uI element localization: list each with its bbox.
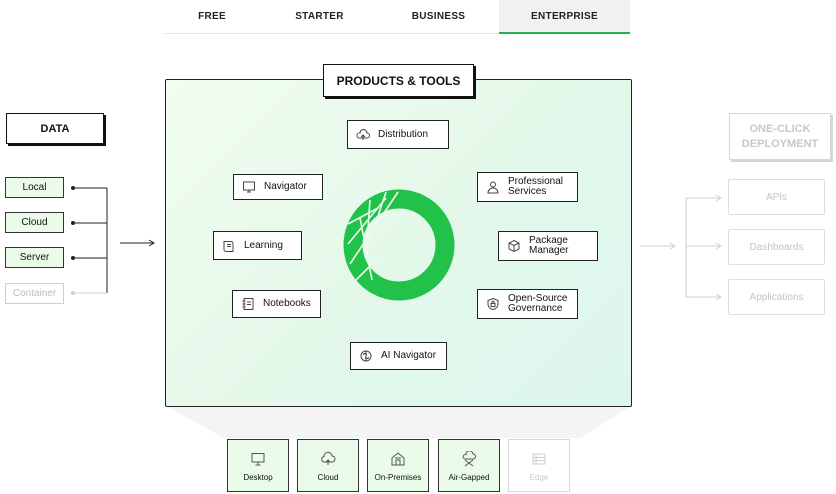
- deployment-title-line2: DEPLOYMENT: [741, 137, 819, 150]
- tool-notebooks[interactable]: Notebooks: [232, 290, 321, 318]
- tool-governance[interactable]: Open-Source Governance: [477, 289, 578, 319]
- target-desktop-label: Desktop: [243, 473, 273, 482]
- source-container: Container: [5, 283, 64, 304]
- deployment-title-line1: ONE-CLICK: [749, 122, 811, 135]
- cloud-icon: [320, 451, 336, 467]
- tool-professional-services[interactable]: Professional Services: [477, 172, 578, 202]
- package-label-line2: Manager: [529, 245, 569, 256]
- monitor-icon: [242, 180, 256, 194]
- tool-distribution[interactable]: Distribution: [347, 120, 449, 149]
- air-gapped-icon: [461, 451, 477, 467]
- ring-logo: [343, 189, 455, 301]
- source-cloud[interactable]: Cloud: [5, 212, 64, 233]
- notebook-icon: [241, 297, 255, 311]
- target-edge-label: Edge: [529, 473, 549, 482]
- target-on-premises[interactable]: On-Premises: [367, 439, 429, 492]
- tool-navigator[interactable]: Navigator: [233, 174, 323, 200]
- data-title: DATA: [6, 113, 104, 144]
- target-air-gapped[interactable]: Air-Gapped: [438, 439, 500, 492]
- products-title: PRODUCTS & TOOLS: [323, 64, 474, 97]
- desktop-icon: [250, 451, 266, 467]
- target-edge: Edge: [508, 439, 570, 492]
- brain-icon: [359, 349, 373, 363]
- cloud-upload-icon: [356, 128, 370, 142]
- tool-package-manager[interactable]: Package Manager: [498, 231, 598, 261]
- person-icon: [486, 180, 500, 194]
- governance-label-line2: Governance: [508, 303, 563, 314]
- output-dashboards: Dashboards: [728, 229, 825, 265]
- output-apis: APIs: [728, 179, 825, 215]
- target-on-premises-label: On-Premises: [374, 473, 422, 482]
- source-server[interactable]: Server: [5, 247, 64, 268]
- source-local[interactable]: Local: [5, 177, 64, 198]
- tool-ai-navigator[interactable]: AI Navigator: [350, 342, 447, 370]
- target-air-gapped-label: Air-Gapped: [448, 473, 490, 482]
- book-icon: [222, 239, 236, 253]
- output-applications: Applications: [728, 279, 825, 315]
- shield-lock-icon: [486, 297, 500, 311]
- deployment-title: ONE-CLICK DEPLOYMENT: [729, 113, 831, 160]
- building-icon: [390, 451, 406, 467]
- professional-label-line2: Services: [508, 186, 547, 197]
- target-desktop[interactable]: Desktop: [227, 439, 289, 492]
- edge-icon: [531, 451, 547, 467]
- target-cloud[interactable]: Cloud: [297, 439, 359, 492]
- tool-learning[interactable]: Learning: [213, 231, 302, 260]
- package-icon: [507, 239, 521, 253]
- target-cloud-label: Cloud: [317, 473, 339, 482]
